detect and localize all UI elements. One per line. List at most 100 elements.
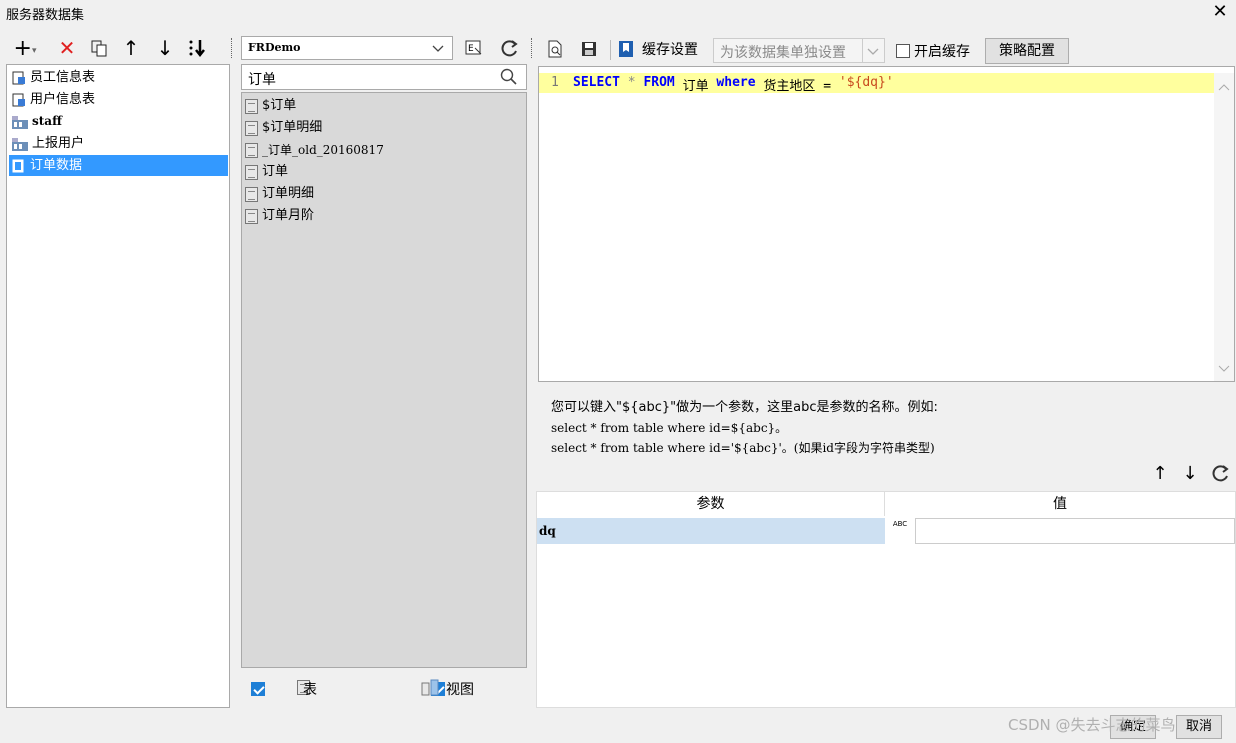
- sql-string: '${dq}': [838, 75, 894, 90]
- left-toolbar: + ▾ ✕ ↑ ↓: [8, 34, 230, 62]
- abc-type-icon: ABC: [892, 520, 908, 528]
- sql-line-content: 1 SELECT * FROM 订单 where 货主地区 = '${dq}': [539, 75, 894, 94]
- server-table-icon: [12, 137, 28, 151]
- add-button[interactable]: + ▾: [12, 35, 38, 61]
- line-number: 1: [551, 75, 559, 90]
- tree-item[interactable]: 用户信息表: [9, 89, 228, 110]
- table-search-input[interactable]: 订单: [241, 64, 527, 90]
- search-icon[interactable]: [500, 68, 518, 86]
- database-table-icon: [12, 71, 25, 84]
- cancel-button[interactable]: 取消: [1176, 715, 1222, 739]
- connection-value: FRDemo: [248, 41, 301, 54]
- sql-keyword: FROM: [643, 75, 675, 90]
- param-type-icon[interactable]: ABC: [887, 520, 913, 542]
- chevron-down-icon: [1218, 365, 1230, 372]
- bookmark-icon: [619, 41, 633, 57]
- editor-scrollbar[interactable]: [1214, 73, 1234, 381]
- table-checkbox[interactable]: [251, 682, 265, 696]
- add-icon: +: [13, 35, 32, 61]
- table-icon: [245, 186, 258, 202]
- delete-button[interactable]: ✕: [56, 36, 78, 60]
- toolbar-divider: [610, 40, 611, 60]
- connection-select[interactable]: FRDemo: [241, 36, 453, 60]
- strategy-config-button[interactable]: 策略配置: [985, 38, 1069, 64]
- sql-keyword: SELECT: [573, 75, 620, 90]
- sql-keyword: where: [716, 75, 756, 90]
- sort-icon: [189, 40, 205, 58]
- database-table-icon: [12, 93, 25, 106]
- search-value: 订单: [248, 72, 276, 88]
- table-icon: [245, 120, 258, 136]
- param-value-input[interactable]: [915, 518, 1235, 544]
- hint-line: select * from table where id=${abc}。: [551, 421, 788, 435]
- table-name: 订单月阶: [262, 208, 315, 223]
- chevron-down-icon: [867, 48, 879, 55]
- sql-condition: 货主地区 =: [755, 79, 839, 94]
- dataset-icon: [12, 159, 24, 172]
- param-name-cell[interactable]: dq: [537, 518, 885, 544]
- cache-settings-label: 缓存设置: [642, 42, 698, 58]
- chevron-down-icon: [432, 45, 444, 52]
- right-toolbar: 缓存设置 为该数据集单独设置 开启缓存 策略配置: [538, 36, 1236, 64]
- svg-text:E: E: [468, 44, 474, 54]
- move-up-button[interactable]: ↑: [120, 36, 142, 60]
- list-item[interactable]: $订单明细: [245, 117, 322, 139]
- copy-button[interactable]: [88, 36, 110, 60]
- list-item[interactable]: _订单_old_20160817: [245, 139, 384, 161]
- refresh-icon: [1212, 465, 1229, 482]
- tree-item-label: 用户信息表: [30, 92, 96, 107]
- preview-button[interactable]: [544, 38, 566, 60]
- cache-mode-select[interactable]: 为该数据集单独设置: [713, 38, 885, 63]
- server-table-icon: [12, 115, 28, 129]
- tree-item-label: 员工信息表: [30, 70, 96, 85]
- splitter-handle[interactable]: [531, 38, 535, 58]
- sql-editor[interactable]: 1 SELECT * FROM 订单 where 货主地区 = '${dq}': [538, 66, 1235, 382]
- list-item[interactable]: $订单: [245, 95, 296, 117]
- table-row[interactable]: dq ABC: [537, 518, 1235, 544]
- table-name: 订单: [262, 164, 289, 179]
- table-name: _订单_old_20160817: [262, 143, 384, 157]
- table-filter-bar: 表 视图: [241, 670, 527, 706]
- enable-cache-checkbox[interactable]: [896, 44, 910, 58]
- table-icon: [245, 142, 258, 158]
- param-down-button[interactable]: ↓: [1180, 462, 1200, 484]
- param-up-button[interactable]: ↑: [1150, 462, 1170, 484]
- list-item[interactable]: 订单: [245, 161, 288, 183]
- preview-icon: [548, 40, 562, 58]
- tree-item[interactable]: 员工信息表: [9, 67, 228, 88]
- save-button[interactable]: [578, 38, 600, 60]
- parameter-hint: 您可以键入"${abc}"做为一个参数，这里abc是参数的名称。例如: sele…: [551, 398, 938, 458]
- tree-item-label: staff: [32, 114, 62, 128]
- param-refresh-button[interactable]: [1210, 462, 1232, 484]
- list-item[interactable]: 订单月阶: [245, 205, 314, 227]
- close-icon[interactable]: ✕: [1210, 2, 1230, 22]
- view-icon: [421, 679, 439, 696]
- move-down-button[interactable]: ↓: [154, 36, 176, 60]
- splitter-handle[interactable]: [231, 38, 235, 58]
- table-name: $订单: [262, 98, 297, 113]
- sql-table: 订单: [674, 79, 717, 94]
- tree-item[interactable]: staff: [9, 111, 228, 132]
- cache-mode-divider: [862, 39, 863, 62]
- refresh-button[interactable]: [498, 37, 522, 59]
- table-name: 订单明细: [262, 186, 315, 201]
- table-icon: [245, 98, 258, 114]
- sort-button[interactable]: [186, 36, 208, 60]
- list-item[interactable]: 订单明细: [245, 183, 314, 205]
- chevron-up-icon: [1218, 84, 1230, 91]
- cache-mode-value: 为该数据集单独设置: [720, 45, 846, 61]
- window-title: 服务器数据集: [6, 8, 85, 23]
- view-filter-label: 视图: [446, 682, 474, 698]
- tree-item-label: 订单数据: [30, 158, 83, 173]
- sql-operator: *: [619, 75, 644, 90]
- table-filter-label: 表: [303, 682, 317, 698]
- table-icon: [245, 208, 258, 224]
- table-header-param: 参数: [537, 492, 885, 516]
- dataset-tree: 员工信息表 用户信息表 staff 上报用户 订单数据: [6, 64, 230, 708]
- edit-connection-icon: E: [465, 40, 482, 55]
- tree-item-selected[interactable]: 订单数据: [9, 155, 228, 176]
- connection-edit-button[interactable]: E: [462, 37, 486, 59]
- parameter-table: 参数 值 dq ABC: [536, 491, 1236, 708]
- tree-item[interactable]: 上报用户: [9, 133, 228, 154]
- cache-settings-button[interactable]: 缓存设置: [618, 38, 708, 60]
